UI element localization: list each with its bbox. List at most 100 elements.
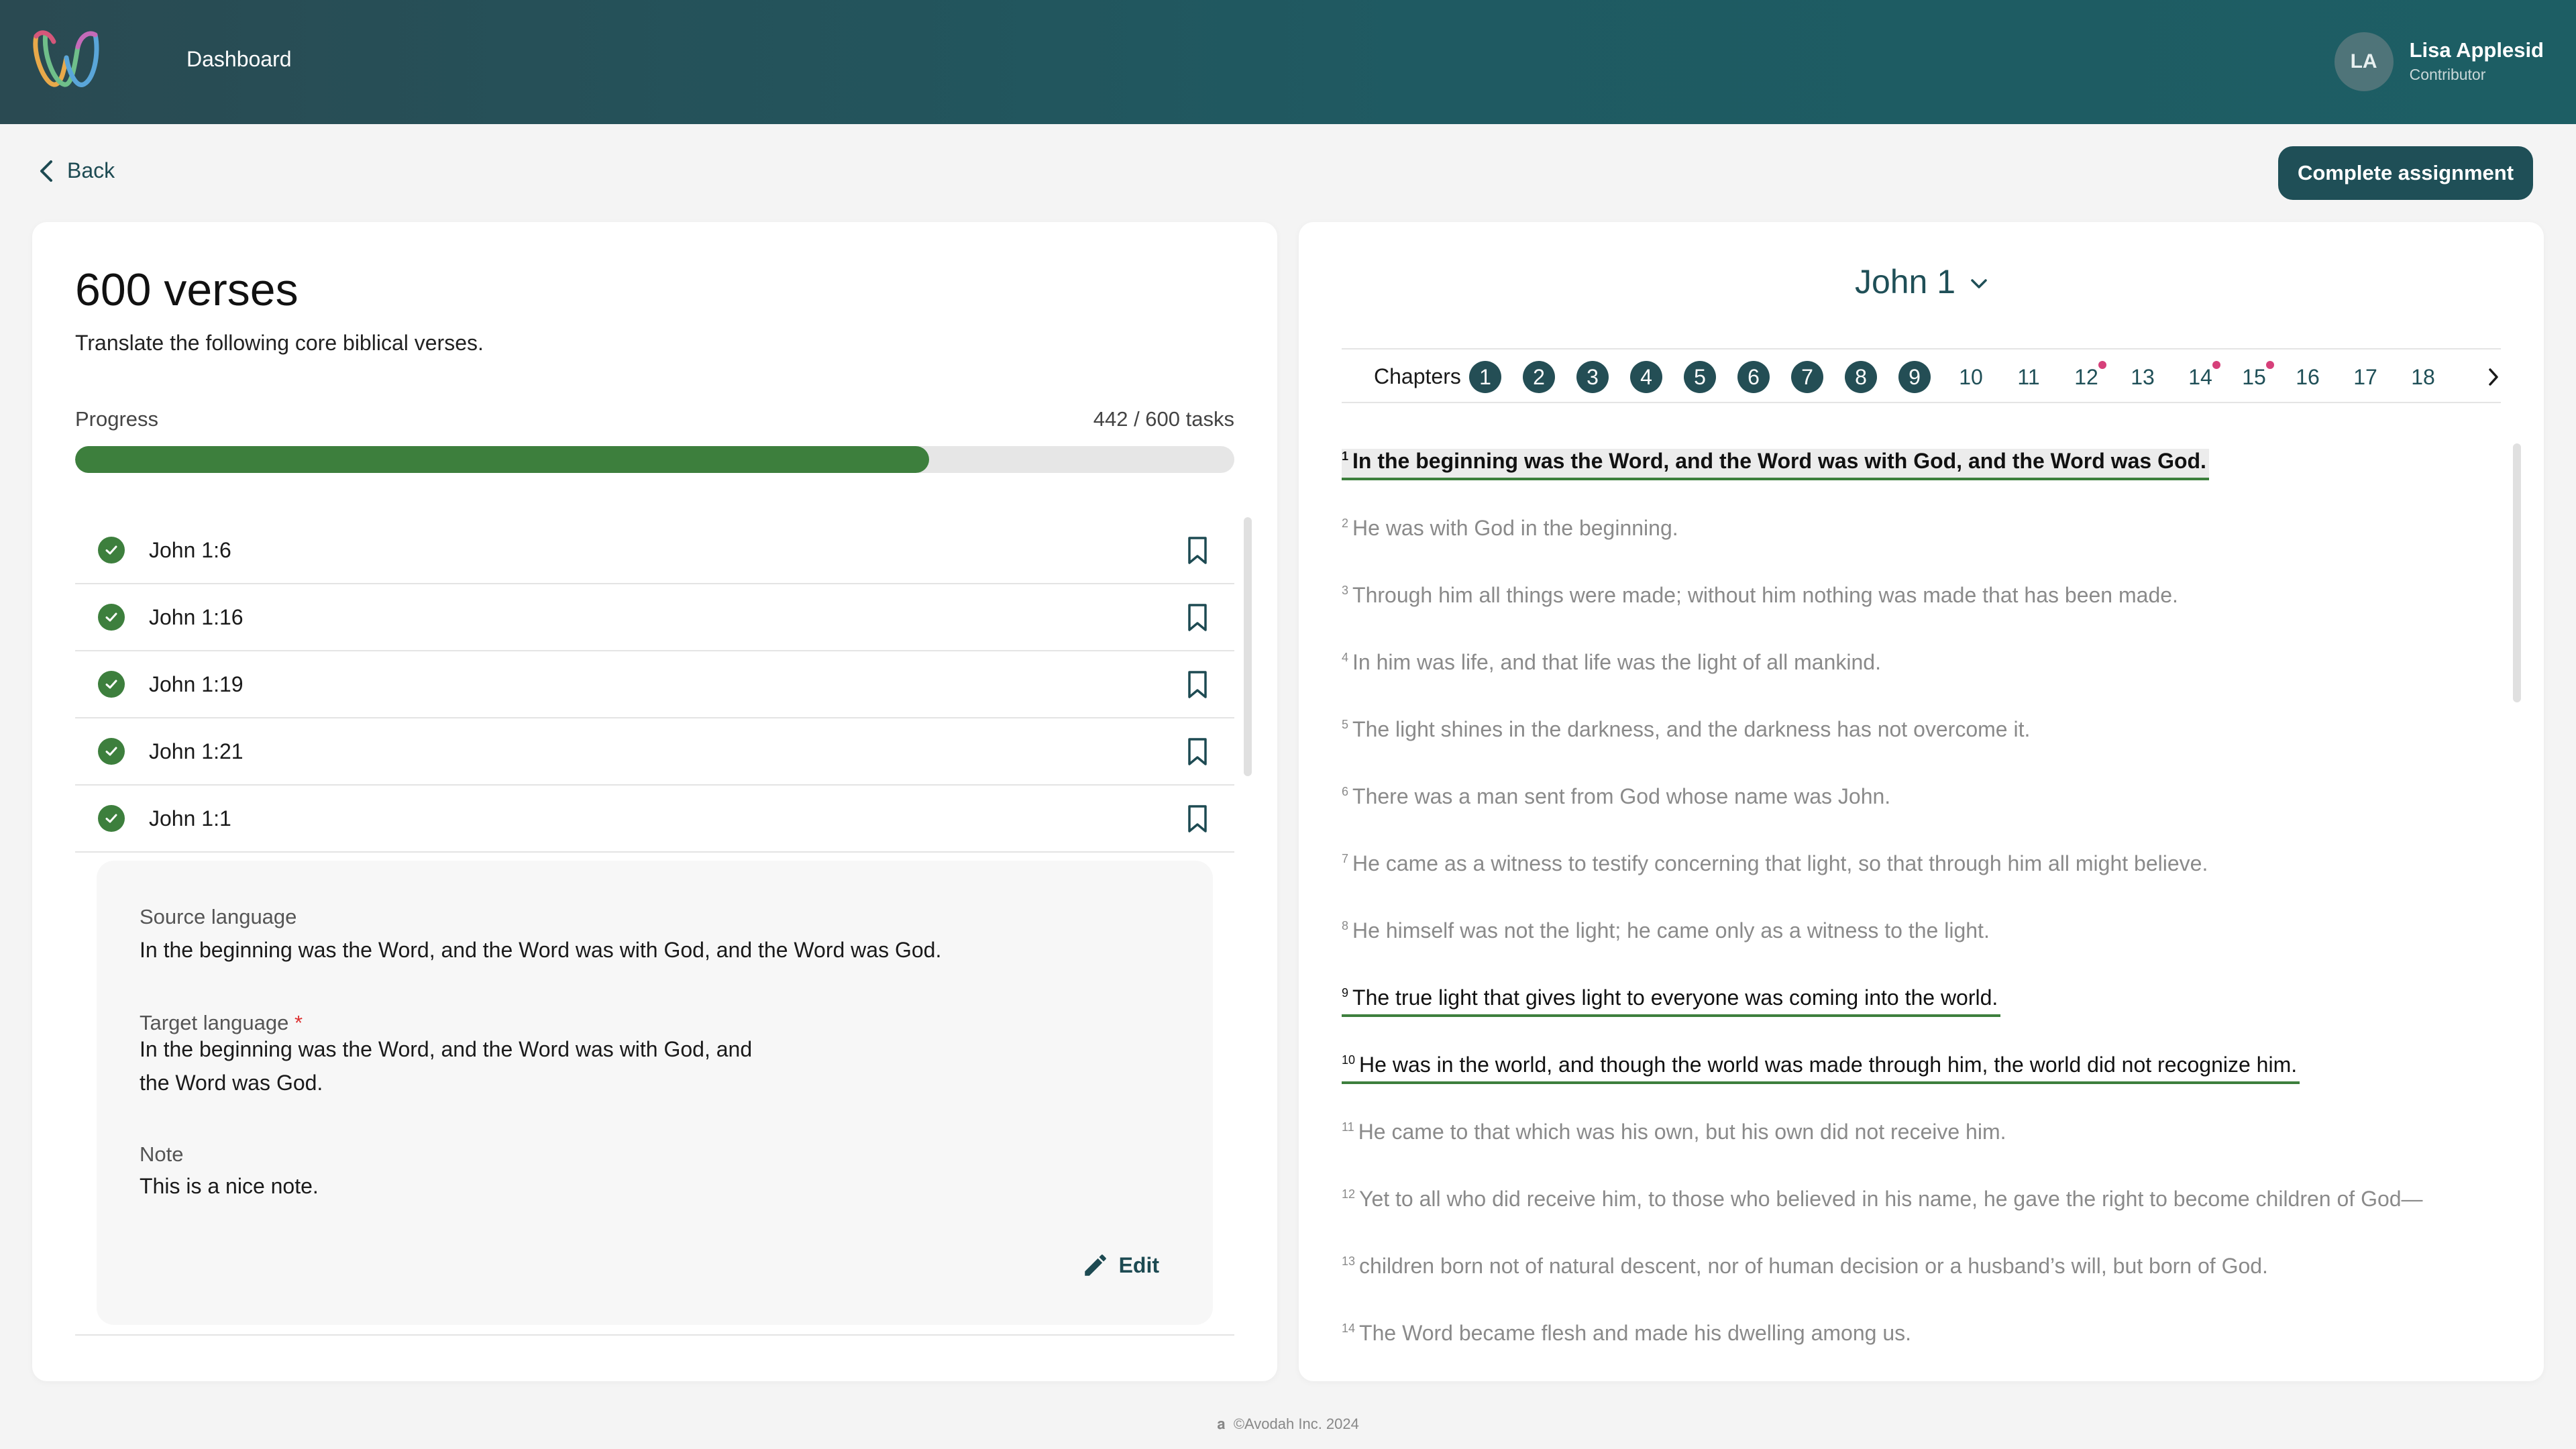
chapter-15[interactable]: 15 [2238, 361, 2274, 393]
avatar[interactable]: LA [2334, 32, 2394, 91]
bookmark-icon[interactable] [1186, 804, 1209, 834]
chapter-10[interactable]: 10 [1955, 361, 1987, 393]
verse-text-wrap: 10 He was in the world, and though the wo… [1342, 1053, 2300, 1084]
verse-reference: John 1:19 [149, 672, 244, 696]
verse-5[interactable]: 5 The light shines in the darkness, and t… [1342, 709, 2449, 776]
chapter-17[interactable]: 17 [2349, 361, 2381, 393]
verse-13[interactable]: 13 children born not of natural descent, … [1342, 1246, 2449, 1313]
copyright: ©Avodah Inc. 2024 [1233, 1415, 1359, 1432]
chapter-1[interactable]: 1 [1469, 361, 1501, 393]
verse-4[interactable]: 4 In him was life, and that life was the … [1342, 642, 2449, 709]
chapter-12[interactable]: 12 [2070, 361, 2106, 393]
verse-11[interactable]: 11 He came to that which was his own, but… [1342, 1112, 2449, 1179]
divider [75, 1334, 1234, 1336]
list-item[interactable]: John 1:16 [75, 584, 1234, 651]
chapter-11[interactable]: 11 [2012, 361, 2045, 393]
page-title: 600 verses [75, 264, 299, 315]
chapter-flag-dot [2212, 361, 2220, 369]
verse-reference: John 1:21 [149, 739, 244, 763]
chapter-4[interactable]: 4 [1630, 361, 1662, 393]
app-logo-icon[interactable] [31, 27, 102, 94]
verse-text-wrap: 12 Yet to all who did receive him, to tho… [1342, 1187, 2426, 1216]
target-language-label-text: Target language [140, 1011, 289, 1034]
back-button[interactable]: Back [39, 158, 115, 183]
verse-list: John 1:6 John 1:16 John 1:19 John 1:21 John … [75, 517, 1234, 853]
chapter-2[interactable]: 2 [1523, 361, 1555, 393]
chapter-7[interactable]: 7 [1791, 361, 1823, 393]
chapter-flag-dot [2266, 361, 2274, 369]
chapter-text-scrollbar[interactable] [2513, 443, 2521, 702]
verse-text-wrap: 11 He came to that which was his own, but… [1342, 1120, 2008, 1148]
verse-number: 1 [1342, 449, 1349, 463]
verse-detail-card: Source language In the beginning was the… [97, 861, 1213, 1325]
verse-12[interactable]: 12 Yet to all who did receive him, to tho… [1342, 1179, 2449, 1246]
chapter-13[interactable]: 13 [2127, 361, 2159, 393]
note-text: This is a nice note. [140, 1174, 319, 1198]
verse-number: 10 [1342, 1053, 1356, 1067]
progress-bar [75, 446, 1234, 473]
user-role: Contributor [2409, 66, 2486, 83]
verse-text: Yet to all who did receive him, to those… [1359, 1187, 2423, 1211]
bookmark-icon[interactable] [1186, 603, 1209, 633]
verse-7[interactable]: 7 He came as a witness to testify concern… [1342, 843, 2449, 910]
chapter-14[interactable]: 14 [2184, 361, 2220, 393]
verse-text-wrap: 5 The light shines in the darkness, and t… [1342, 717, 2033, 746]
bookmark-icon[interactable] [1186, 670, 1209, 700]
verse-2[interactable]: 2 He was with God in the beginning. [1342, 508, 2449, 575]
nav-dashboard-link[interactable]: Dashboard [186, 47, 292, 72]
verse-number: 11 [1342, 1120, 1354, 1134]
check-circle-icon [98, 604, 125, 631]
source-language-label: Source language [140, 905, 297, 928]
verse-text: The Word became flesh and made his dwell… [1359, 1321, 1911, 1345]
verse-text: He came as a witness to testify concerni… [1352, 851, 2208, 875]
verse-6[interactable]: 6 There was a man sent from God whose nam… [1342, 776, 2449, 843]
chapters-label: Chapters [1374, 364, 1461, 388]
target-language-label: Target language * [140, 1011, 303, 1035]
back-label: Back [67, 158, 115, 182]
chevron-down-icon [1971, 279, 1987, 288]
verse-text-wrap: 6 There was a man sent from God whose nam… [1342, 784, 1893, 813]
bookmark-icon[interactable] [1186, 536, 1209, 566]
verse-number: 12 [1342, 1187, 1356, 1201]
list-item[interactable]: John 1:19 [75, 651, 1234, 718]
bookmark-icon[interactable] [1186, 737, 1209, 767]
verse-9[interactable]: 9 The true light that gives light to ever… [1342, 977, 2449, 1044]
reader-panel: John 1 Chapters 1 2 3 4 5 6 7 8 9 10 11 12 13 14 15 16 1… [1299, 222, 2544, 1381]
chevron-right-icon[interactable] [2487, 367, 2500, 387]
verse-text-wrap: 9 The true light that gives light to ever… [1342, 985, 2001, 1017]
verse-reference: John 1:1 [149, 806, 231, 830]
verse-8[interactable]: 8 He himself was not the light; he came o… [1342, 910, 2449, 977]
footer-logo-icon: 𝐚 [1217, 1415, 1230, 1432]
list-item[interactable]: John 1:1 [75, 786, 1234, 853]
verse-text: In him was life, and that life was the l… [1352, 650, 1881, 674]
verse-text: He himself was not the light; he came on… [1352, 918, 1990, 943]
book-chapter-label: John 1 [1854, 263, 1956, 301]
source-language-text: In the beginning was the Word, and the W… [140, 938, 942, 962]
user-menu[interactable]: LA Lisa Applesid Contributor [2334, 32, 2544, 91]
chapter-6[interactable]: 6 [1737, 361, 1770, 393]
chapter-5[interactable]: 5 [1684, 361, 1716, 393]
complete-assignment-button[interactable]: Complete assignment [2278, 146, 2533, 200]
verse-number: 14 [1342, 1322, 1356, 1335]
verse-number: 13 [1342, 1254, 1356, 1268]
list-item[interactable]: John 1:21 [75, 718, 1234, 786]
page-subtitle: Translate the following core biblical ve… [75, 331, 484, 355]
verse-14[interactable]: 14 The Word became flesh and made his dwe… [1342, 1313, 2449, 1380]
chevron-left-icon [40, 160, 52, 182]
verse-1[interactable]: 1 In the beginning was the Word, and the … [1342, 441, 2449, 508]
chapter-9[interactable]: 9 [1898, 361, 1931, 393]
edit-button[interactable]: Edit [1081, 1251, 1159, 1279]
verse-list-scrollbar[interactable] [1244, 517, 1252, 776]
verse-10[interactable]: 10 He was in the world, and though the wo… [1342, 1044, 2449, 1112]
chapter-flag-dot [2098, 361, 2106, 369]
verse-text: He came to that which was his own, but h… [1358, 1120, 2006, 1144]
verse-text-wrap: 2 He was with God in the beginning. [1342, 516, 1681, 545]
verse-3[interactable]: 3 Through him all things were made; witho… [1342, 575, 2449, 642]
list-item[interactable]: John 1:6 [75, 517, 1234, 584]
chapter-16[interactable]: 16 [2292, 361, 2324, 393]
chapter-8[interactable]: 8 [1845, 361, 1877, 393]
footer: 𝐚 ©Avodah Inc. 2024 [0, 1415, 2576, 1433]
book-chapter-dropdown[interactable]: John 1 [1299, 262, 2544, 301]
chapter-3[interactable]: 3 [1576, 361, 1609, 393]
chapter-18[interactable]: 18 [2407, 361, 2439, 393]
